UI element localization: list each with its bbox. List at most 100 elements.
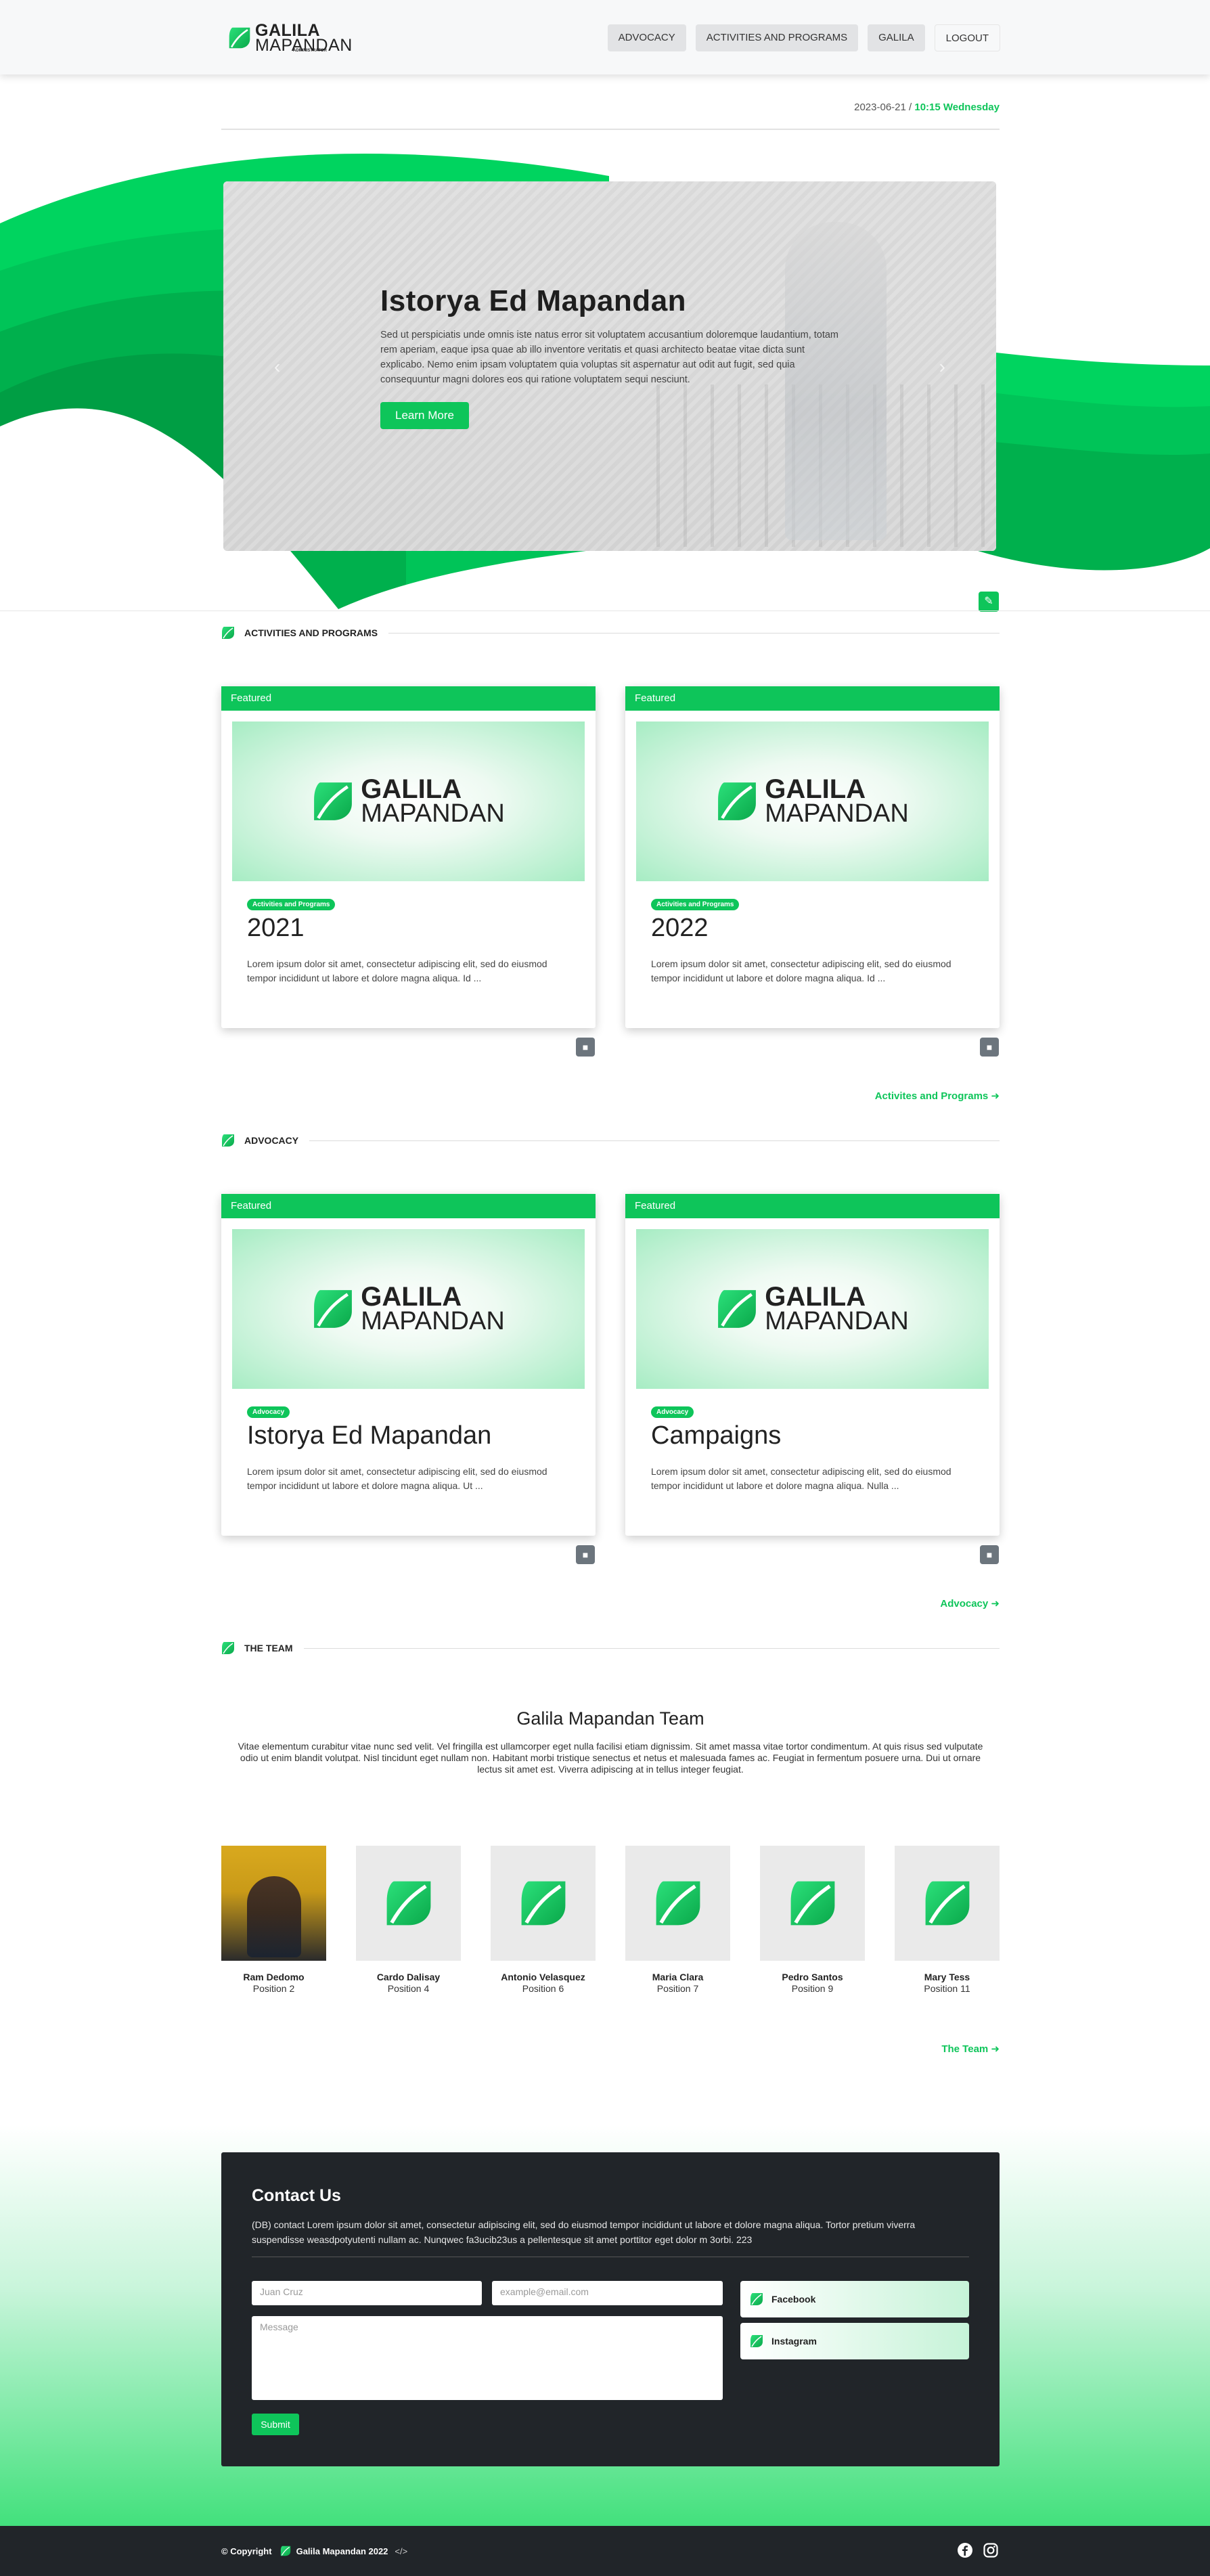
featured-ribbon: Featured [221, 686, 596, 711]
member-position: Position 7 [656, 1983, 699, 1994]
contact-panel: Contact Us (DB) contact Lorem ipsum dolo… [221, 2152, 1000, 2466]
nav-links: ADVOCACY ACTIVITIES AND PROGRAMS GALILA … [607, 24, 1000, 51]
bookmark-icon[interactable]: ■ [576, 1545, 595, 1564]
carousel-next-icon[interactable]: › [939, 356, 945, 378]
card-image: GALILA MAPANDAN [636, 721, 989, 881]
category-badge: Activities and Programs [247, 899, 336, 910]
team-title: Galila Mapandan Team [516, 1708, 704, 1729]
card-title[interactable]: Campaigns [651, 1421, 781, 1450]
bookmark-icon[interactable]: ■ [980, 1038, 999, 1057]
logo-line1: GALILA [765, 774, 866, 804]
activity-card[interactable]: Featured GALILA MAPANDAN Activities and P… [625, 686, 1000, 1028]
facebook-icon[interactable] [957, 2542, 973, 2558]
leaf-logo-icon [221, 1134, 235, 1147]
avatar [356, 1846, 461, 1961]
member-name: Cardo Dalisay [376, 1972, 441, 1982]
leaf-logo-icon [750, 2292, 763, 2306]
card-title[interactable]: 2021 [247, 914, 305, 943]
brand-sub: ADMINISTRATOR [293, 49, 327, 53]
nav-galila[interactable]: GALILA [868, 24, 925, 51]
team-member[interactable]: Antonio Velasquez Position 6 [491, 1846, 596, 1994]
logo-line2: MAPANDAN [361, 799, 505, 828]
bookmark-icon[interactable]: ■ [980, 1545, 999, 1564]
brand-logo[interactable]: GALILA MAPANDAN ADMINISTRATOR [228, 22, 353, 54]
leaf-logo-icon [312, 780, 354, 822]
logo-line2: MAPANDAN [765, 1307, 909, 1335]
date-text: 2023-06-21 [854, 102, 906, 113]
logo-line1: GALILA [361, 774, 462, 804]
card-description: Lorem ipsum dolor sit amet, consectetur … [651, 958, 951, 983]
logout-button[interactable]: LOGOUT [934, 24, 1000, 51]
featured-ribbon: Featured [625, 686, 1000, 711]
member-name: Mary Tess [924, 1972, 970, 1982]
section-header-activities: ACTIVITIES AND PROGRAMS [221, 625, 1000, 641]
hero-carousel: ‹ › Istorya Ed Mapandan Sed ut perspicia… [223, 181, 996, 551]
learn-more-button[interactable]: Learn More [380, 402, 469, 429]
category-badge: Advocacy [247, 1406, 290, 1418]
leaf-logo-icon [519, 1879, 568, 1928]
team-more-link[interactable]: The Team ➜ [941, 2043, 1000, 2055]
team-member[interactable]: Maria Clara Position 7 [625, 1846, 730, 1994]
category-badge: Advocacy [651, 1406, 694, 1418]
activities-more-link[interactable]: Activites and Programs ➜ [875, 1090, 1000, 1102]
name-input[interactable]: Juan Cruz [252, 2281, 482, 2305]
team-member[interactable]: Mary Tess Position 11 [895, 1846, 1000, 1994]
leaf-logo-icon [654, 1879, 702, 1928]
leaf-logo-icon [716, 1288, 758, 1330]
featured-ribbon: Featured [625, 1194, 1000, 1218]
leaf-logo-icon [228, 26, 251, 49]
leaf-logo-icon [280, 2546, 291, 2556]
avatar [221, 1846, 326, 1961]
footer-brand: Galila Mapandan 2022 [296, 2546, 388, 2556]
leaf-logo-icon [312, 1288, 354, 1330]
advocacy-card[interactable]: Featured GALILA MAPANDAN Advocacy Istorya… [221, 1194, 596, 1536]
code-icon: </> [395, 2546, 408, 2556]
logo-line1: GALILA [765, 1282, 866, 1312]
avatar [760, 1846, 865, 1961]
team-member[interactable]: Ram Dedomo Position 2 [221, 1846, 326, 1994]
member-position: Position 6 [522, 1983, 564, 1994]
avatar [491, 1846, 596, 1961]
time-text: 10:15 Wednesday [914, 102, 1000, 113]
card-image: GALILA MAPANDAN [232, 721, 585, 881]
team-member[interactable]: Cardo Dalisay Position 4 [356, 1846, 461, 1994]
team-member[interactable]: Pedro Santos Position 9 [760, 1846, 865, 1994]
logo-line2: MAPANDAN [765, 799, 909, 828]
leaf-logo-icon [221, 626, 235, 640]
section-header-team: THE TEAM [221, 1640, 1000, 1656]
instagram-link[interactable]: Instagram [740, 2323, 969, 2359]
nav-advocacy[interactable]: ADVOCACY [607, 24, 686, 51]
message-textarea[interactable]: Message [252, 2316, 723, 2400]
advocacy-card[interactable]: Featured GALILA MAPANDAN Advocacy Campaig… [625, 1194, 1000, 1536]
member-name: Ram Dedomo [243, 1972, 305, 1982]
activity-card[interactable]: Featured GALILA MAPANDAN Activities and P… [221, 686, 596, 1028]
avatar [895, 1846, 1000, 1961]
hero-text: Sed ut perspiciatis unde omnis iste natu… [380, 330, 839, 385]
arrow-circle-right-icon: ➜ [991, 1598, 1000, 1609]
instagram-icon[interactable] [983, 2542, 999, 2558]
leaf-logo-icon [750, 2334, 763, 2348]
card-image: GALILA MAPANDAN [636, 1229, 989, 1389]
card-title[interactable]: Istorya Ed Mapandan [247, 1421, 491, 1450]
card-description: Lorem ipsum dolor sit amet, consectetur … [651, 1466, 951, 1491]
advocacy-more-link[interactable]: Advocacy ➜ [940, 1597, 1000, 1609]
member-position: Position 9 [791, 1983, 834, 1994]
arrow-circle-right-icon: ➜ [991, 1090, 1000, 1102]
member-position: Position 11 [924, 1983, 970, 1994]
carousel-prev-icon[interactable]: ‹ [274, 356, 280, 378]
logo-line1: GALILA [361, 1282, 462, 1312]
bookmark-icon[interactable]: ■ [576, 1038, 595, 1057]
facebook-link[interactable]: Facebook [740, 2281, 969, 2317]
submit-button[interactable]: Submit [252, 2414, 299, 2435]
email-input[interactable]: example@email.com [492, 2281, 723, 2305]
section-label: THE TEAM [244, 1643, 293, 1653]
edit-icon[interactable]: ✎ [979, 592, 999, 612]
member-position: Position 4 [387, 1983, 430, 1994]
member-position: Position 2 [252, 1983, 295, 1994]
contact-text: (DB) contact Lorem ipsum dolor sit amet,… [252, 2219, 916, 2245]
card-title[interactable]: 2022 [651, 914, 709, 943]
facebook-label: Facebook [771, 2294, 816, 2305]
nav-activities[interactable]: ACTIVITIES AND PROGRAMS [695, 24, 859, 51]
hero-title: Istorya Ed Mapandan [380, 284, 687, 317]
featured-ribbon: Featured [221, 1194, 596, 1218]
